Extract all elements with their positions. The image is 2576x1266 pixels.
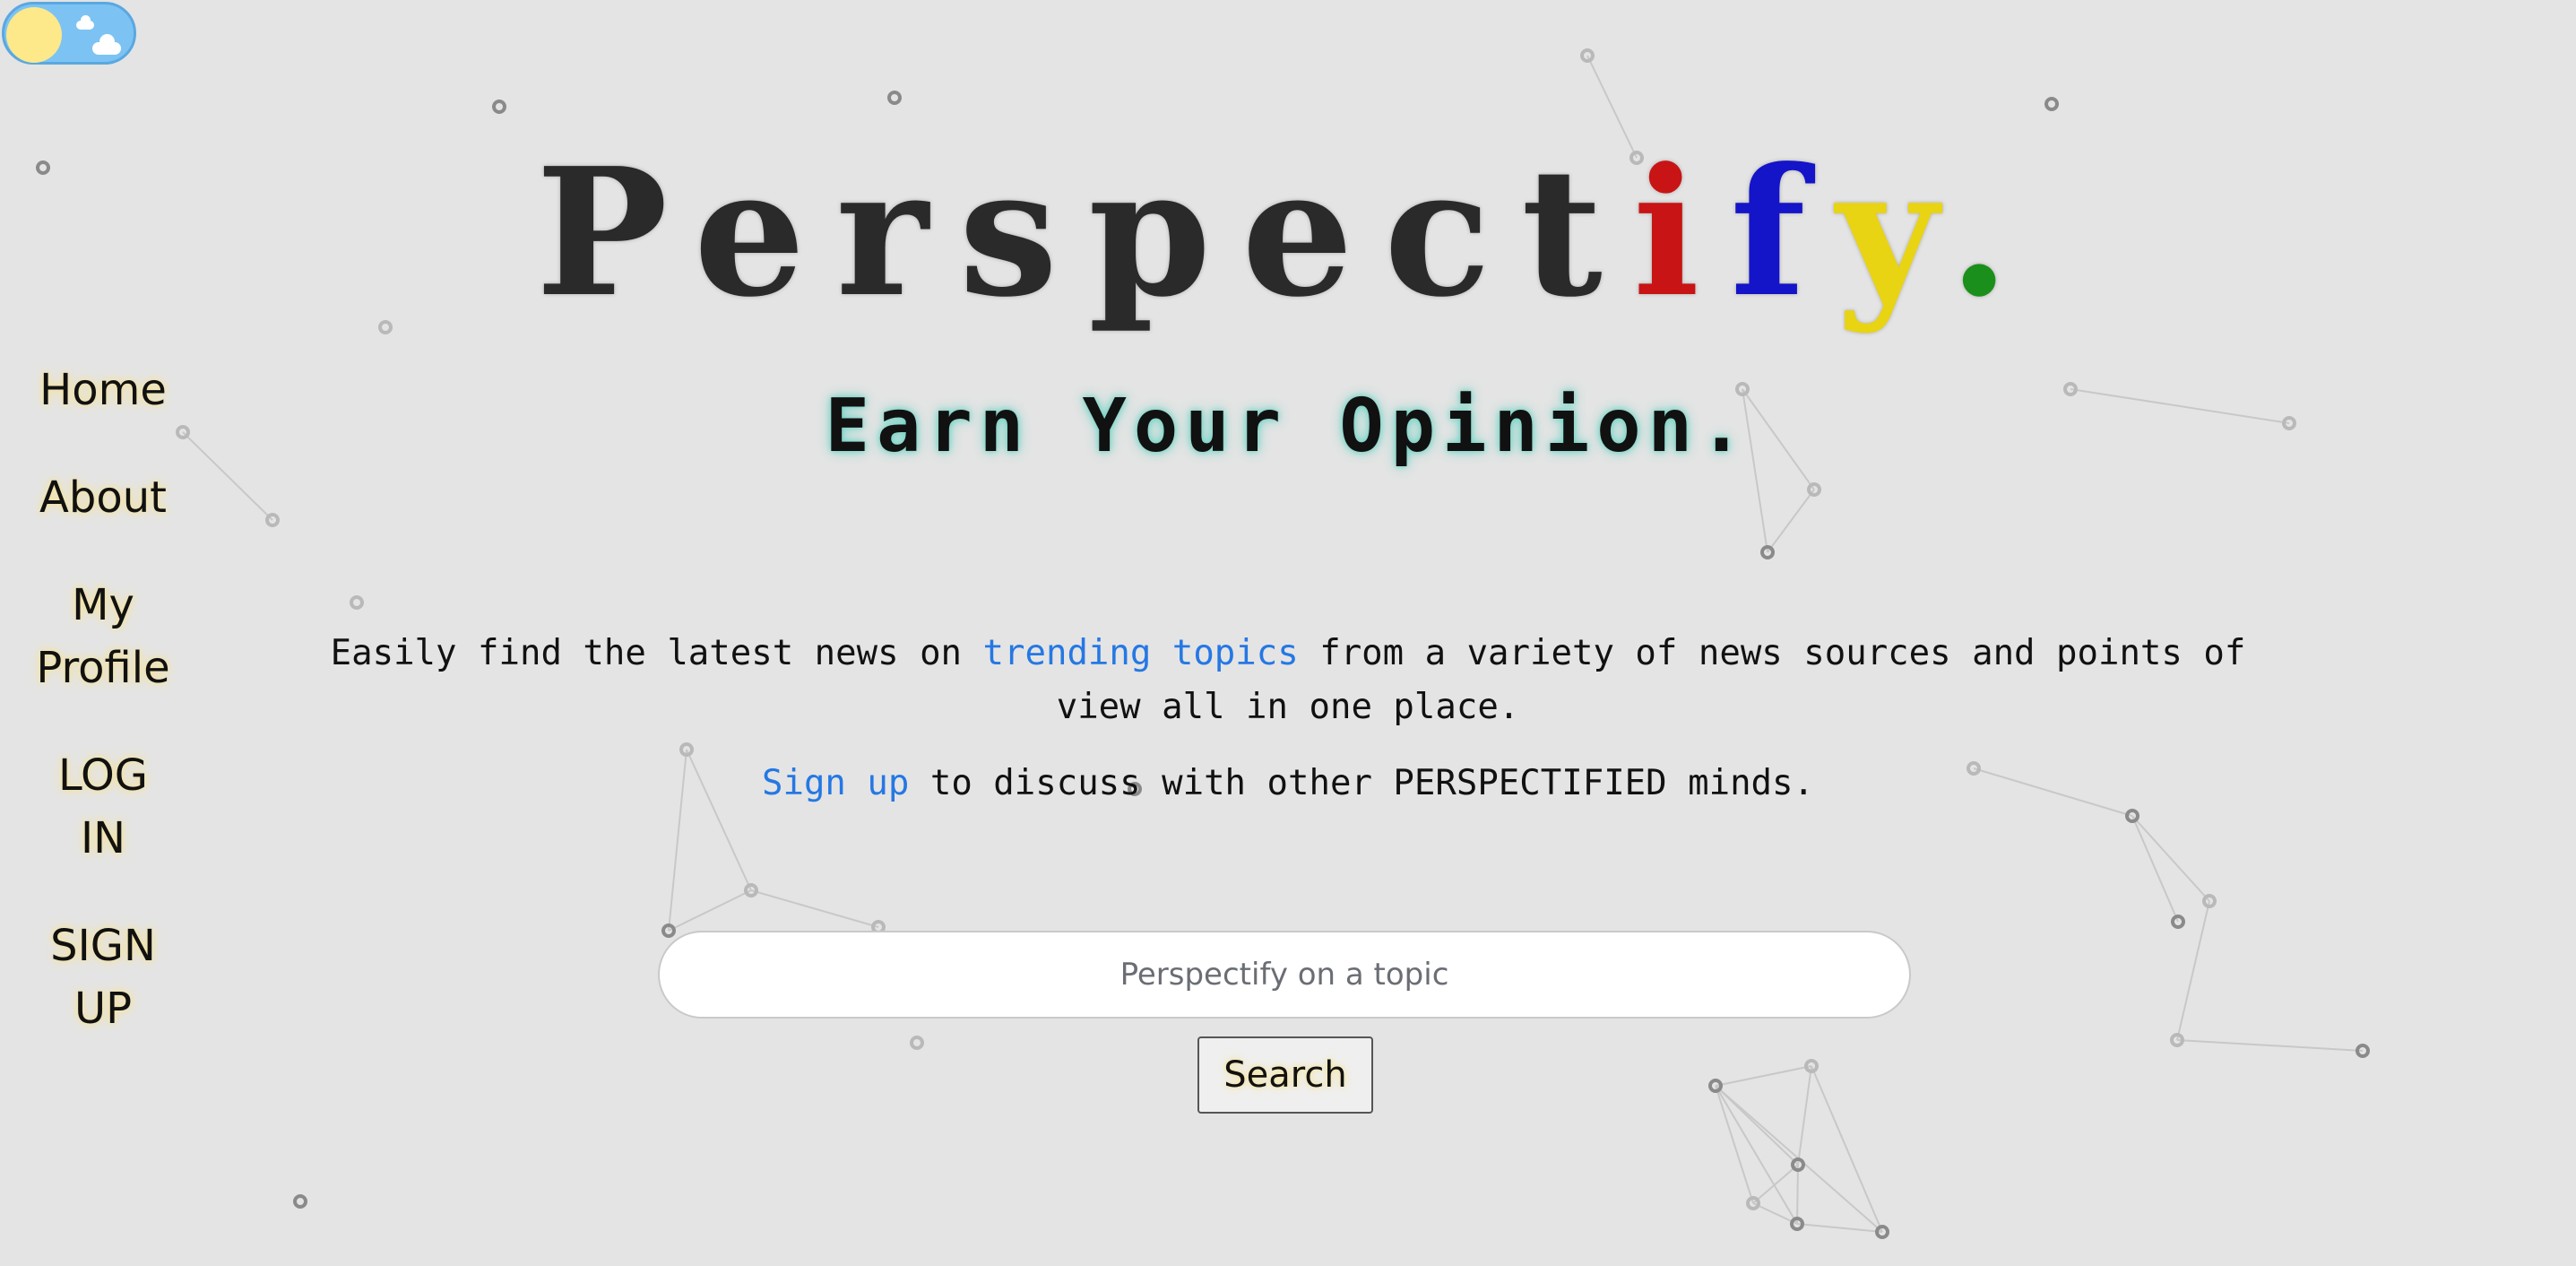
sun-icon [6, 7, 62, 63]
sign-up-link[interactable]: Sign up [762, 763, 909, 803]
logo-letter-i: i [1632, 130, 1731, 336]
tagline: Earn Your Opinion. [825, 384, 1751, 469]
nav-link-sign-up[interactable]: SIGN UP [0, 915, 206, 1040]
signup-prompt-text: to discuss with other PERSPECTIFIED mind… [909, 763, 1814, 803]
theme-toggle-switch[interactable] [2, 2, 136, 65]
cloud-icon [92, 34, 121, 55]
logo-text-prefix: Perspect [535, 130, 1633, 336]
topic-search-input[interactable] [658, 931, 1911, 1019]
logo-dot: . [1949, 130, 2041, 336]
signup-prompt: Sign up to discuss with other PERSPECTIF… [0, 763, 2576, 803]
site-logo: Perspectify. [0, 134, 2576, 332]
nav-link-my-profile[interactable]: My Profile [0, 574, 206, 699]
cloud-icon [76, 15, 94, 30]
logo-letter-y: y [1836, 130, 1949, 336]
logo-letter-f: f [1730, 130, 1837, 336]
nav-link-about[interactable]: About [0, 466, 206, 529]
trending-topics-link[interactable]: trending topics [983, 633, 1299, 673]
intro-text-before: Easily find the latest news on [330, 633, 983, 673]
search-button[interactable]: Search [1197, 1036, 1373, 1114]
landing-page: Home About My Profile LOG IN SIGN UP Per… [0, 0, 2576, 1266]
intro-text: Easily find the latest news on trending … [287, 627, 2289, 734]
